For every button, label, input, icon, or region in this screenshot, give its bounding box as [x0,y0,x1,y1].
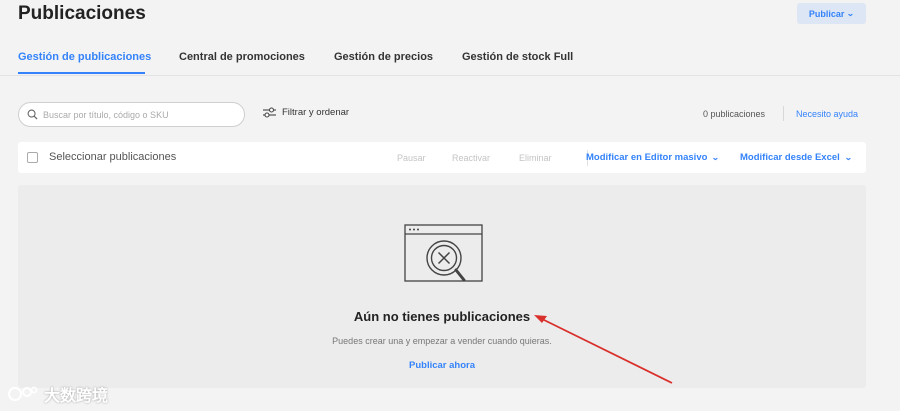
watermark-text: 大数跨境 [44,388,109,405]
chevron-down-icon: ⌄ [844,153,853,162]
search-icon [27,109,38,120]
modify-editor-dropdown[interactable]: Modificar en Editor masivo ⌄ [586,152,720,163]
page-title: Publicaciones [18,3,146,24]
tabs-bar: Gestión de publicaciones Central de prom… [0,44,900,76]
bulk-actions-toolbar: Seleccionar publicaciones Pausar Reactiv… [18,142,866,173]
active-tab-indicator [18,72,145,74]
watermark: 大数跨境 [8,382,108,406]
publish-button[interactable]: Publicar ⌄ [797,3,866,24]
empty-state-description: Puedes crear una y empezar a vender cuan… [332,336,552,346]
watermark-logo-icon [8,386,38,401]
modify-excel-dropdown[interactable]: Modificar desde Excel ⌄ [740,152,852,163]
select-publications-label[interactable]: Seleccionar publicaciones [49,151,176,163]
reactivate-button[interactable]: Reactivar [452,153,490,163]
filter-button[interactable]: Filtrar y ordenar [263,107,349,118]
pause-button[interactable]: Pausar [397,153,426,163]
annotation-arrow-icon [534,315,673,384]
empty-state-title: Aún no tienes publicaciones [353,309,531,324]
publish-now-link[interactable]: Publicar ahora [18,360,866,371]
search-input[interactable] [43,109,233,120]
sliders-icon [263,107,276,118]
modify-editor-label: Modificar en Editor masivo [586,152,708,163]
chevron-down-icon: ⌄ [711,153,720,162]
chevron-down-icon: ⌄ [846,9,855,18]
divider [783,106,784,121]
modify-excel-label: Modificar desde Excel [740,152,840,163]
select-all-checkbox[interactable] [27,152,38,163]
tab-central-promociones[interactable]: Central de promociones [179,51,305,63]
filter-label: Filtrar y ordenar [282,107,350,118]
empty-state-panel: Aún no tienes publicaciones Puedes crear… [18,185,866,388]
search-box[interactable] [18,102,245,127]
tab-gestion-publicaciones[interactable]: Gestión de publicaciones [18,51,151,63]
delete-button[interactable]: Eliminar [519,153,552,163]
help-link[interactable]: Necesito ayuda [796,109,858,119]
publication-count: 0 publicaciones [703,109,766,119]
tab-gestion-stock-full[interactable]: Gestión de stock Full [462,51,573,63]
empty-search-illustration-icon [404,224,483,282]
publish-button-label: Publicar [808,8,845,19]
tab-gestion-precios[interactable]: Gestión de precios [334,51,433,63]
